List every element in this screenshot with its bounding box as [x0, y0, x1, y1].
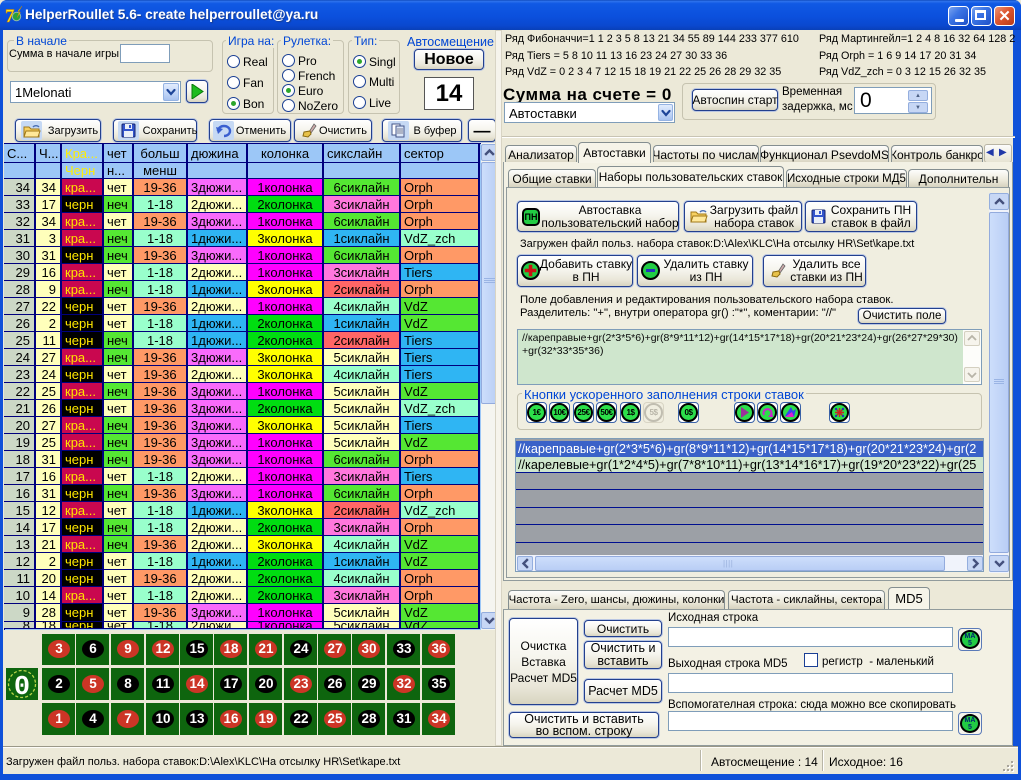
- svg-text:0: 0: [14, 673, 30, 700]
